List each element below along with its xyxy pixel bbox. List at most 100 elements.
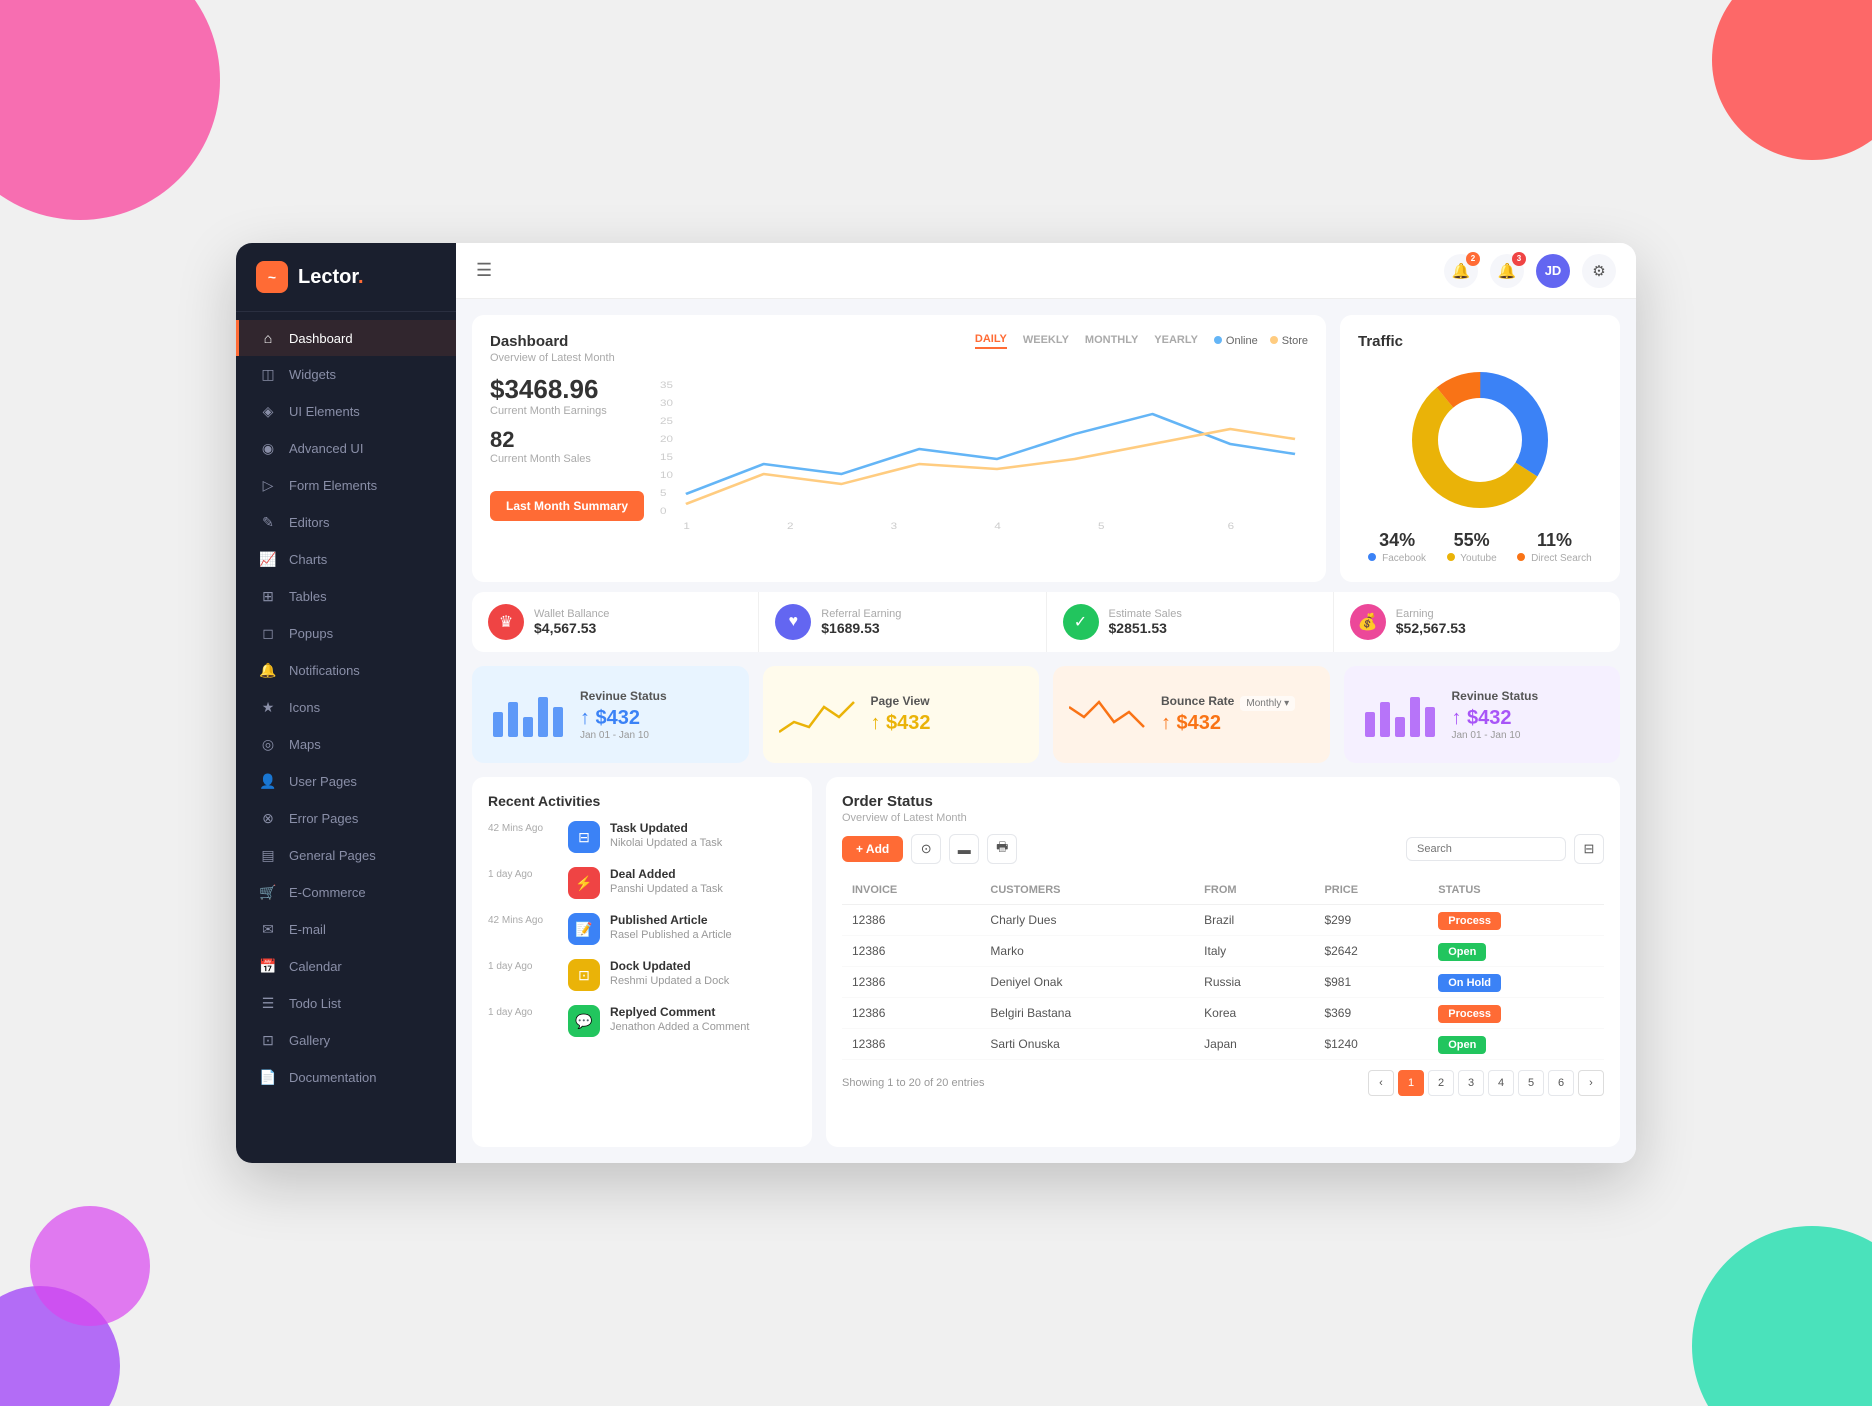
alerts-btn[interactable]: 🔔 3 [1490,254,1524,288]
col-invoice: INVOICE [842,876,980,905]
tables-icon: ⊞ [259,588,277,605]
status-card-yellow: Page View ↑ $432 [763,666,1040,763]
status-card-yellow-label: Page View [871,694,931,708]
settings-btn[interactable]: ⚙ [1582,254,1616,288]
sidebar-item-charts[interactable]: 📈Charts [236,541,456,578]
sidebar-label-tables: Tables [289,589,327,604]
tab-weekly[interactable]: WEEKLY [1023,334,1069,348]
print-icon-btn[interactable]: 🖶 [987,834,1017,864]
col-status: STATUS [1428,876,1604,905]
page-btn-5[interactable]: 5 [1518,1070,1544,1096]
sidebar-label-ui-elements: UI Elements [289,404,360,419]
sidebar-item-widgets[interactable]: ◫ Widgets [236,356,456,393]
header-right: 🔔 2 🔔 3 JD ⚙ [1444,254,1616,288]
traffic-youtube: 55% Youtube [1447,530,1497,564]
activity-info-1: Deal Added Panshi Updated a Task [610,867,723,895]
table-head: INVOICE CUSTOMERS FROM PRICE STATUS [842,876,1604,905]
editors-icon: ✎ [259,514,277,531]
pagination: Showing 1 to 20 of 20 entries ‹123456› [842,1070,1604,1096]
page-next-btn[interactable]: › [1578,1070,1604,1096]
table-row-3: 12386 Belgiri Bastana Korea $369 Process [842,998,1604,1029]
svg-text:5: 5 [1098,522,1105,532]
sidebar-item-form-elements[interactable]: ▷Form Elements [236,467,456,504]
form-elements-icon: ▷ [259,477,277,494]
notifications-icon: 🔔 [259,662,277,679]
status-card-purple: Revinue Status ↑ $432 Jan 01 - Jan 10 [1344,666,1621,763]
tab-monthly[interactable]: MONTHLY [1085,334,1138,348]
last-month-button[interactable]: Last Month Summary [490,491,644,521]
sidebar-item-tables[interactable]: ⊞ Tables [236,578,456,615]
sidebar-label-error-pages: Error Pages [289,811,358,826]
sidebar-item-popups[interactable]: ◻Popups [236,615,456,652]
activity-info-3: Dock Updated Reshmi Updated a Dock [610,959,729,987]
sidebar-item-calendar[interactable]: 📅Calendar [236,948,456,985]
sidebar-item-ui-elements[interactable]: ◈ UI Elements [236,393,456,430]
widgets-icon: ◫ [259,366,277,383]
traffic-donut [1358,360,1602,520]
sidebar-item-general-pages[interactable]: ▤General Pages [236,837,456,874]
search-input[interactable] [1406,837,1566,861]
sidebar-label-gallery: Gallery [289,1033,330,1048]
sidebar-item-e-commerce[interactable]: 🛒E-Commerce [236,874,456,911]
activity-icon-2: 📝 [568,913,600,945]
svg-text:0: 0 [660,507,667,517]
activity-item-1: 1 day Ago ⚡ Deal Added Panshi Updated a … [488,867,796,899]
sidebar-item-user-pages[interactable]: 👤User Pages [236,763,456,800]
sidebar-label-documentation: Documentation [289,1070,376,1085]
monthly-badge[interactable]: Monthly ▾ [1240,696,1295,711]
search-icon-btn[interactable]: ⊟ [1574,834,1604,864]
sidebar-item-e-mail[interactable]: ✉E-mail [236,911,456,948]
activity-time-2: 42 Mins Ago [488,913,558,926]
maps-icon: ◎ [259,736,277,753]
sidebar-item-error-pages[interactable]: ⊗Error Pages [236,800,456,837]
sidebar-item-documentation[interactable]: 📄Documentation [236,1059,456,1096]
status-card-blue-label: Revinue Status [580,689,667,703]
traffic-card-title: Traffic [1358,333,1602,350]
hamburger-icon[interactable]: ☰ [476,260,492,281]
mini-stat-info-2: Estimate Sales $2851.53 [1109,608,1182,636]
table-header-row: INVOICE CUSTOMERS FROM PRICE STATUS [842,876,1604,905]
sidebar-item-notifications[interactable]: 🔔Notifications [236,652,456,689]
activity-sub-3: Reshmi Updated a Dock [610,975,729,987]
cell-customer-1: Marko [980,936,1194,967]
status-card-blue-date: Jan 01 - Jan 10 [580,730,667,741]
sidebar-label-general-pages: General Pages [289,848,376,863]
svg-text:10: 10 [660,471,673,481]
cell-from-0: Brazil [1194,905,1314,936]
page-btn-4[interactable]: 4 [1488,1070,1514,1096]
notifications-btn[interactable]: 🔔 2 [1444,254,1478,288]
add-button[interactable]: + Add [842,836,903,862]
sidebar-item-editors[interactable]: ✎Editors [236,504,456,541]
icons-icon: ★ [259,699,277,716]
sidebar-item-dashboard[interactable]: ⌂Dashboard [236,320,456,356]
page-btn-3[interactable]: 3 [1458,1070,1484,1096]
user-avatar[interactable]: JD [1536,254,1570,288]
tab-yearly[interactable]: YEARLY [1154,334,1198,348]
sidebar-label-calendar: Calendar [289,959,342,974]
dashboard-card-title: Dashboard [490,333,615,350]
page-prev-btn[interactable]: ‹ [1368,1070,1394,1096]
delete-icon-btn[interactable]: ▬ [949,834,979,864]
sidebar-item-icons[interactable]: ★Icons [236,689,456,726]
page-btn-6[interactable]: 6 [1548,1070,1574,1096]
page-btn-2[interactable]: 2 [1428,1070,1454,1096]
tab-daily[interactable]: DAILY [975,333,1007,349]
activity-item-3: 1 day Ago ⊡ Dock Updated Reshmi Updated … [488,959,796,991]
mini-stat-amount-1: $1689.53 [821,620,901,636]
status-card-blue-chart [488,682,568,747]
sidebar-item-maps[interactable]: ◎Maps [236,726,456,763]
table-body: 12386 Charly Dues Brazil $299 Process 12… [842,905,1604,1060]
sidebar-item-advanced-ui[interactable]: ◉Advanced UI [236,430,456,467]
traffic-stats: 34% Facebook 55% Youtube [1358,530,1602,564]
sidebar-label-widgets: Widgets [289,367,336,382]
sidebar-item-todo-list[interactable]: ☰Todo List [236,985,456,1022]
sidebar-item-gallery[interactable]: ⊡Gallery [236,1022,456,1059]
ui-elements-icon: ◈ [259,403,277,420]
page-btn-1[interactable]: 1 [1398,1070,1424,1096]
status-card-orange-label: Bounce Rate [1161,694,1234,708]
status-badge-3: Process [1438,1005,1501,1023]
facebook-label: Facebook [1368,553,1426,564]
cell-price-0: $299 [1314,905,1428,936]
chart-legend: Online Store [1214,335,1308,347]
copy-icon-btn[interactable]: ⊙ [911,834,941,864]
